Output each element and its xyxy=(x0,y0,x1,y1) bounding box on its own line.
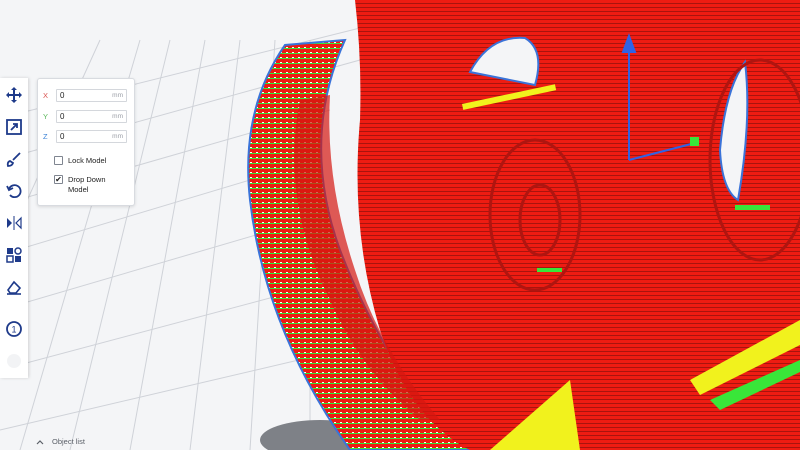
rotate-icon xyxy=(6,184,22,199)
y-value: 0 xyxy=(60,111,65,121)
drop-down-model-option[interactable]: ✔ Drop Down Model xyxy=(54,175,118,195)
z-position-input[interactable]: 0 mm xyxy=(56,129,127,143)
z-axis-label: Z xyxy=(43,131,48,141)
extruder-1-label: 1 xyxy=(11,325,16,335)
support-blocker-button[interactable] xyxy=(3,276,25,298)
x-value: 0 xyxy=(60,90,65,100)
y-position-input[interactable]: 0 mm xyxy=(56,109,127,123)
y-unit: mm xyxy=(112,112,123,120)
y-coordinate-row: Y 0 mm xyxy=(43,109,127,123)
left-toolbar: 1 xyxy=(0,78,28,378)
x-position-input[interactable]: 0 mm xyxy=(56,88,127,102)
extruder-disabled-icon xyxy=(7,354,21,368)
z-coordinate-row: Z 0 mm xyxy=(43,129,127,143)
lock-model-checkbox[interactable] xyxy=(54,156,63,165)
extruder-2-button xyxy=(3,350,25,372)
z-unit: mm xyxy=(112,132,123,140)
rotate-tool-button[interactable] xyxy=(3,180,25,202)
skin-strip-3 xyxy=(537,268,562,272)
per-model-settings-button[interactable] xyxy=(3,244,25,266)
paintbrush-icon xyxy=(6,152,21,167)
extruder-1-button[interactable]: 1 xyxy=(3,318,25,340)
x-axis-label: X xyxy=(43,90,49,100)
lock-model-option[interactable]: Lock Model xyxy=(54,156,106,165)
skin-strip-2 xyxy=(735,205,770,210)
paint-tool-button[interactable] xyxy=(3,148,25,170)
drop-down-model-checkbox[interactable]: ✔ xyxy=(54,175,63,184)
move-tool-panel: X 0 mm Y 0 mm Z 0 mm Lock Model ✔ Drop D… xyxy=(37,78,135,206)
x-unit: mm xyxy=(112,91,123,99)
layer-view-viewport[interactable] xyxy=(0,0,800,450)
drop-down-model-label: Drop Down Model xyxy=(68,175,106,194)
move-tool-button[interactable] xyxy=(3,84,25,106)
scale-box-icon xyxy=(6,119,22,135)
eraser-icon xyxy=(7,280,22,295)
lock-model-label: Lock Model xyxy=(68,156,107,165)
extruder-number-icon: 1 xyxy=(6,321,22,337)
object-list-label: Object list xyxy=(52,437,85,446)
z-value: 0 xyxy=(60,131,65,141)
x-coordinate-row: X 0 mm xyxy=(43,88,127,102)
scale-tool-button[interactable] xyxy=(3,116,25,138)
move-arrows-icon xyxy=(6,87,22,103)
grid-settings-icon xyxy=(6,247,22,263)
object-list-toggle[interactable]: Object list xyxy=(36,437,85,446)
y-axis-label: Y xyxy=(43,111,49,121)
chevron-up-icon xyxy=(36,439,44,444)
model-body xyxy=(355,0,800,450)
mirror-tool-button[interactable] xyxy=(3,212,25,234)
mirror-icon xyxy=(7,216,22,230)
